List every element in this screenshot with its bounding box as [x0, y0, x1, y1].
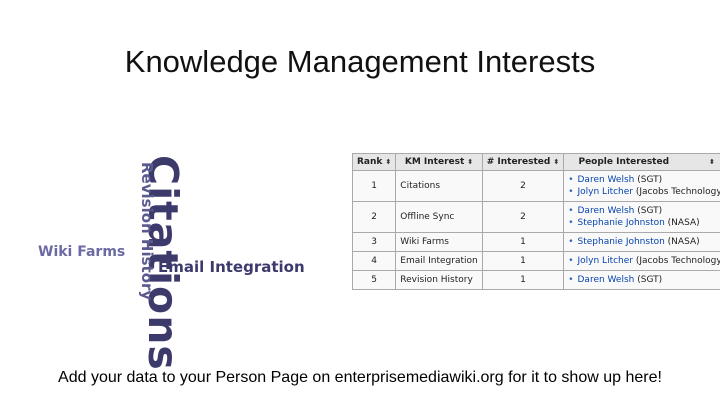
word-cloud: Citations Revision History Wiki Farms Em… — [30, 150, 305, 371]
cell-people: Daren Welsh (SGT)Jolyn Litcher (Jacobs T… — [563, 170, 720, 202]
cell-count: 2 — [481, 201, 565, 233]
person-org: (Jacobs Technology) — [633, 187, 720, 197]
cell-rank: 5 — [351, 270, 397, 290]
person-link[interactable]: Daren Welsh — [578, 206, 635, 216]
cell-count: 1 — [481, 251, 565, 271]
list-item: Jolyn Litcher (Jacobs Technology) — [568, 187, 720, 197]
people-list: Daren Welsh (SGT) Stephanie Johnston (NAS… — [568, 206, 720, 228]
cell-rank: 2 — [351, 201, 397, 233]
person-org: (NASA) — [664, 218, 700, 228]
column-header-people[interactable]: People Interested ⬍ — [563, 153, 720, 171]
cell-people: Jolyn Litcher (Jacobs Technology) — [563, 251, 720, 271]
table-row: 5Revision History1Daren Welsh (SGT) — [351, 270, 720, 290]
km-interests-table: Rank ⬍ KM Interest ⬍ # Interested ⬍ People … — [351, 153, 720, 290]
cell-interest: Citations — [395, 170, 483, 202]
person-link[interactable]: Jolyn Litcher — [578, 256, 634, 266]
column-header-km-interest[interactable]: KM Interest ⬍ — [395, 153, 483, 171]
list-item: Daren Welsh (SGT) — [568, 275, 720, 285]
table-row: 3Wiki Farms1Stephanie Johnston (NASA) — [351, 232, 720, 252]
cell-rank: 3 — [351, 232, 397, 252]
person-org: (SGT) — [634, 206, 663, 216]
cell-count: 1 — [481, 232, 565, 252]
people-list: Daren Welsh (SGT)Jolyn Litcher (Jacobs T… — [568, 175, 720, 197]
sort-icon[interactable]: ⬍ — [385, 158, 391, 166]
cell-rank: 4 — [351, 251, 397, 271]
cell-count: 2 — [481, 170, 565, 202]
list-item: Daren Welsh (SGT) — [568, 206, 720, 216]
cell-people: Daren Welsh (SGT) Stephanie Johnston (NAS… — [563, 201, 720, 233]
table-row: 1Citations2Daren Welsh (SGT)Jolyn Litche… — [351, 170, 720, 202]
people-list: Daren Welsh (SGT) — [568, 275, 720, 285]
people-list: Jolyn Litcher (Jacobs Technology) — [568, 256, 720, 266]
table-row: 4Email Integration1Jolyn Litcher (Jacobs… — [351, 251, 720, 271]
list-item: Stephanie Johnston (NASA) — [568, 218, 720, 228]
person-link[interactable]: Stephanie Johnston — [578, 218, 665, 228]
sort-icon[interactable]: ⬍ — [467, 158, 473, 166]
slide-footer: Add your data to your Person Page on ent… — [58, 369, 662, 386]
table-header-row: Rank ⬍ KM Interest ⬍ # Interested ⬍ People … — [351, 153, 720, 171]
sort-icon[interactable]: ⬍ — [709, 158, 715, 166]
list-item: Stephanie Johnston (NASA) — [568, 237, 720, 247]
cell-count: 1 — [481, 270, 565, 290]
cell-interest: Wiki Farms — [395, 232, 483, 252]
table-row: 2Offline Sync2Daren Welsh (SGT)Stephanie… — [351, 201, 720, 233]
person-org: (Jacobs Technology) — [633, 256, 720, 266]
people-list: Stephanie Johnston (NASA) — [568, 237, 720, 247]
word-wiki-farms: Wiki Farms — [38, 244, 126, 260]
person-link[interactable]: Daren Welsh — [578, 275, 635, 285]
cell-interest: Offline Sync — [395, 201, 483, 233]
person-org: (SGT) — [634, 275, 663, 285]
cell-rank: 1 — [351, 170, 397, 202]
person-link[interactable]: Daren Welsh — [578, 175, 635, 185]
cell-interest: Revision History — [395, 270, 483, 290]
word-revision-history: Revision History — [138, 162, 156, 301]
column-header-rank[interactable]: Rank ⬍ — [351, 153, 397, 171]
slide-title: Knowledge Management Interests — [124, 44, 596, 79]
list-item: Daren Welsh (SGT) — [568, 175, 720, 185]
person-org: (NASA) — [664, 237, 700, 247]
cell-people: Daren Welsh (SGT) — [563, 270, 720, 290]
cell-interest: Email Integration — [395, 251, 483, 271]
person-link[interactable]: Stephanie Johnston — [578, 237, 665, 247]
person-org: (SGT) — [634, 175, 663, 185]
word-email-integration: Email Integration — [158, 258, 305, 276]
sort-icon[interactable]: ⬍ — [553, 158, 559, 166]
person-link[interactable]: Jolyn Litcher — [578, 187, 634, 197]
cell-people: Stephanie Johnston (NASA) — [563, 232, 720, 252]
list-item: Jolyn Litcher (Jacobs Technology) — [568, 256, 720, 266]
column-header-interested-count[interactable]: # Interested ⬍ — [481, 153, 565, 171]
